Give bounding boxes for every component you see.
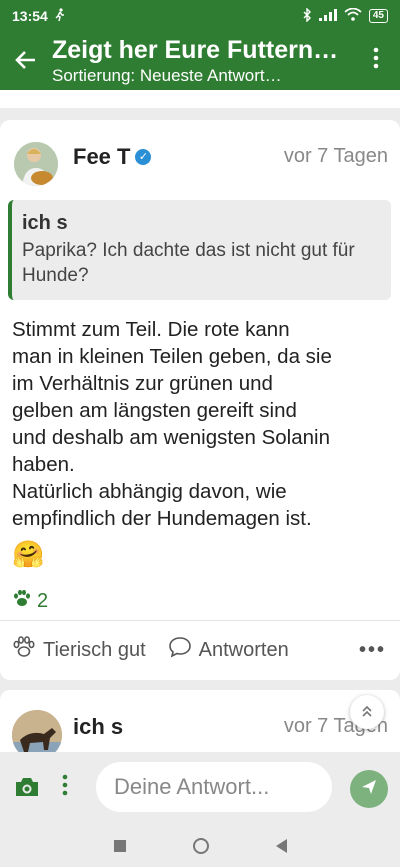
double-chevron-up-icon xyxy=(360,704,374,721)
bluetooth-icon xyxy=(302,6,312,25)
nav-back-icon[interactable] xyxy=(275,838,287,853)
sort-subtitle[interactable]: Sortierung: Neueste Antwort… xyxy=(52,66,352,86)
status-time: 13:54 xyxy=(12,8,48,24)
verified-badge-icon: ✓ xyxy=(135,149,152,165)
divider xyxy=(0,620,400,621)
send-icon xyxy=(360,778,378,801)
signal-icon xyxy=(318,8,337,24)
wifi-icon xyxy=(344,7,362,24)
body-line: gelben am längsten gereift sind xyxy=(12,399,297,422)
body-line: im Verhältnis zur grünen und xyxy=(12,372,273,395)
body-line: Stimmt zum Teil. Die rote kann xyxy=(12,318,290,341)
reply-button[interactable]: Antworten xyxy=(168,636,289,664)
reaction-number: 2 xyxy=(37,589,49,612)
more-options-icon[interactable]: ••• xyxy=(359,639,386,662)
author-name[interactable]: Fee T xyxy=(73,144,130,170)
post-body: Stimmt zum Teil. Die rote kann man in kl… xyxy=(12,316,392,532)
overflow-menu-icon[interactable] xyxy=(352,47,400,76)
walking-icon xyxy=(54,7,66,25)
like-label: Tierisch gut xyxy=(43,638,146,661)
post-actions: Tierisch gut Antworten ••• xyxy=(0,629,400,671)
quote-text: Paprika? Ich dachte das ist nicht gut fü… xyxy=(22,240,355,286)
send-button[interactable] xyxy=(350,770,388,808)
reply-label: Antworten xyxy=(198,638,289,661)
hugging-emoji: 🤗 xyxy=(12,539,45,569)
paw-outline-icon xyxy=(12,636,36,664)
status-bar: 13:54 45 xyxy=(0,0,400,32)
quoted-message[interactable]: ich s Paprika? Ich dachte das ist nicht … xyxy=(8,200,391,300)
home-icon[interactable] xyxy=(192,837,209,854)
camera-icon[interactable] xyxy=(14,776,40,803)
recents-icon[interactable] xyxy=(113,839,126,852)
speech-bubble-icon xyxy=(168,636,192,664)
post-card: Fee T ✓ vor 7 Tagen ich s Paprika? Ich d… xyxy=(0,120,400,680)
body-line: man in kleinen Teilen geben, da sie xyxy=(12,345,332,368)
post-author[interactable]: Fee T ✓ xyxy=(73,144,152,170)
paw-icon xyxy=(12,589,32,613)
post-date: vor 7 Tagen xyxy=(283,145,388,167)
battery-level: 45 xyxy=(368,9,388,23)
body-line: Natürlich abhängig davon, wie xyxy=(12,480,287,503)
previous-post-stub xyxy=(0,90,400,108)
app-bar: Zeigt her Eure Futtern… Sortierung: Neue… xyxy=(0,32,400,90)
body-line: empfindlich der Hundemagen ist. xyxy=(12,507,312,530)
avatar[interactable] xyxy=(14,142,58,186)
thread-title: Zeigt her Eure Futtern… xyxy=(52,36,339,64)
system-nav-bar xyxy=(0,824,400,867)
reaction-count[interactable]: 2 xyxy=(12,589,48,613)
reply-composer: Deine Antwort... xyxy=(0,752,400,824)
back-arrow-icon[interactable] xyxy=(0,45,52,77)
like-button[interactable]: Tierisch gut xyxy=(12,636,146,664)
composer-menu-icon[interactable] xyxy=(62,774,68,802)
scroll-to-top-button[interactable] xyxy=(350,695,384,729)
body-line: und deshalb am wenigsten Solanin xyxy=(12,426,330,449)
reply-input[interactable]: Deine Antwort... xyxy=(96,762,332,812)
body-line: haben. xyxy=(12,453,75,476)
quote-author: ich s xyxy=(22,212,68,234)
post-author[interactable]: ich s xyxy=(73,714,123,740)
